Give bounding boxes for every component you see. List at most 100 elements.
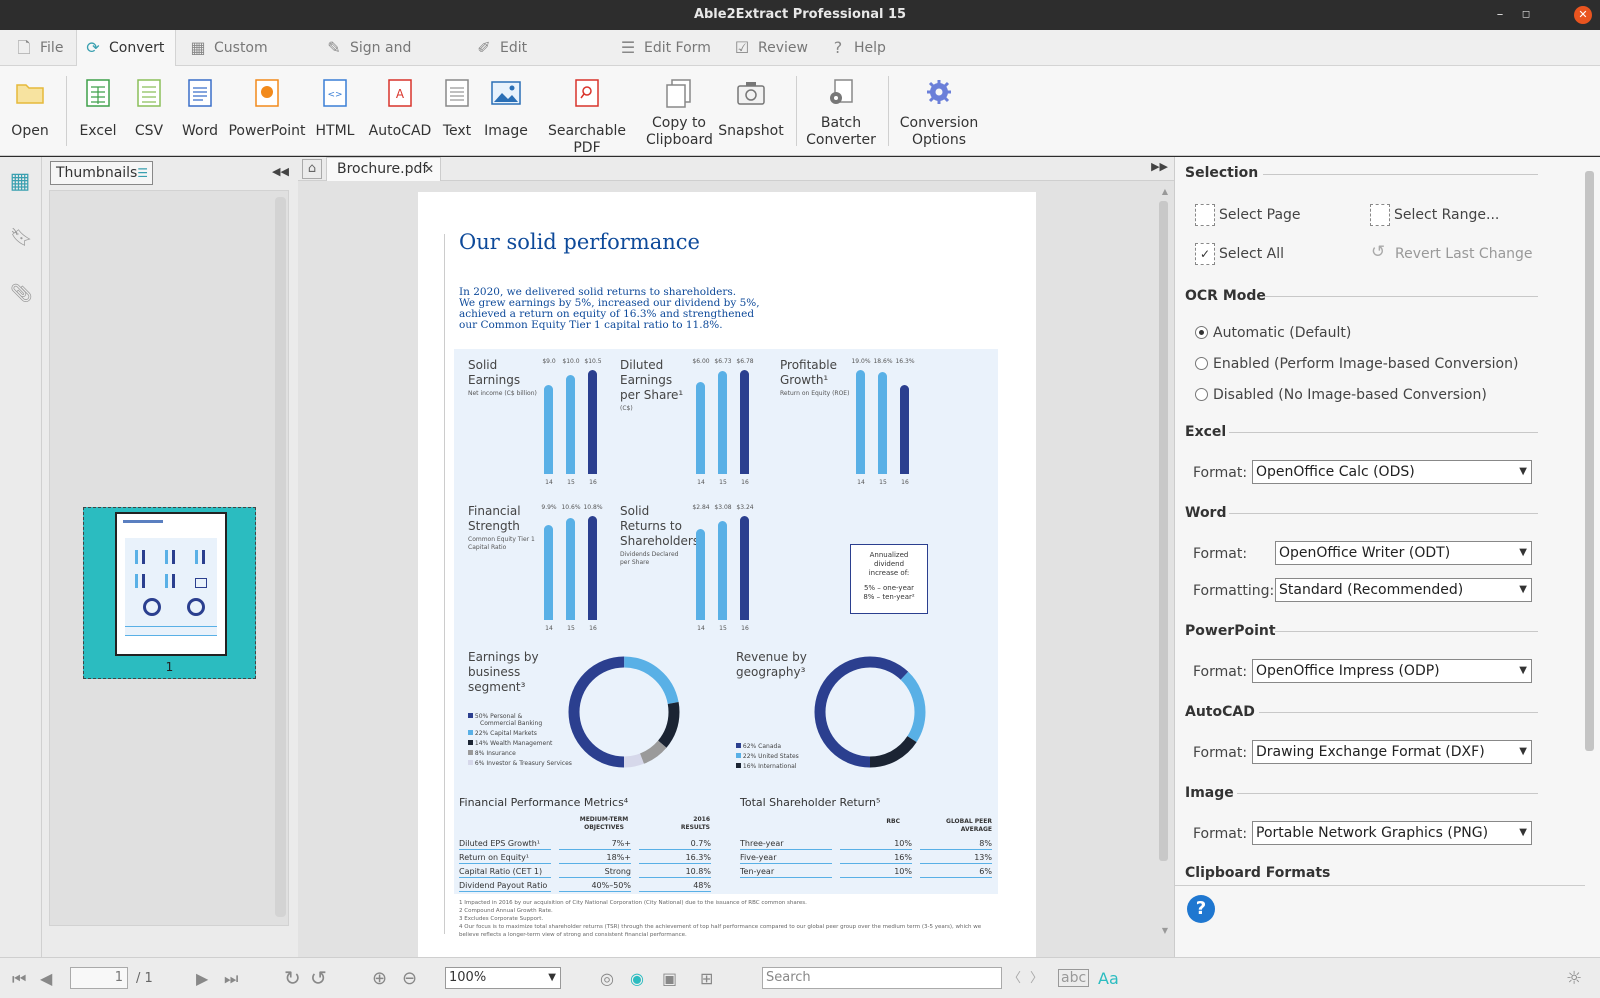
- zoom-dropdown[interactable]: 100% ▼: [445, 967, 561, 989]
- preview-icon[interactable]: ◉: [630, 958, 644, 998]
- tab-edit-form[interactable]: ☰ Edit Form: [612, 30, 717, 66]
- snapshot-button[interactable]: Snapshot: [718, 66, 784, 156]
- chevron-down-icon: ▼: [1519, 547, 1527, 558]
- chart-bar: [696, 381, 705, 474]
- convert-csv-button[interactable]: CSV: [128, 66, 170, 156]
- zoom-in-icon[interactable]: ⊕: [372, 958, 387, 998]
- form-icon: ☰: [620, 38, 636, 57]
- chart-subtitle: Common Equity Tier 1 Capital Ratio: [468, 536, 535, 551]
- convert-excel-button[interactable]: Excel: [76, 66, 120, 156]
- rotate-clockwise-icon[interactable]: ↻: [284, 958, 301, 998]
- thumb-bars: [165, 574, 175, 588]
- scroll-down-icon[interactable]: ▼: [1162, 926, 1168, 935]
- close-tab-icon[interactable]: ✕: [424, 158, 434, 180]
- last-page-icon[interactable]: ⏭: [224, 958, 238, 998]
- image-format-dropdown[interactable]: Portable Network Graphics (PNG) ▼: [1252, 821, 1532, 845]
- panel-scrollbar[interactable]: [1585, 171, 1594, 751]
- ocr-auto-radio[interactable]: [1195, 326, 1208, 339]
- page-number-input[interactable]: 1: [70, 967, 128, 989]
- expand-panel-icon[interactable]: ▶▶: [1151, 160, 1168, 173]
- maximize-button[interactable]: ◻: [1516, 0, 1536, 30]
- gear-icon: [927, 80, 951, 104]
- search-prev-icon[interactable]: 〈: [1008, 958, 1021, 998]
- thumbnails-icon[interactable]: ▦: [6, 169, 34, 195]
- convert-html-button[interactable]: <> HTML: [312, 66, 358, 156]
- search-next-icon[interactable]: 〉: [1030, 958, 1043, 998]
- legend-label: 22% Capital Markets: [474, 730, 537, 737]
- tab-file[interactable]: 🗋 File: [8, 30, 76, 66]
- next-page-icon[interactable]: ▶: [196, 958, 208, 998]
- donut1-title-line: business: [468, 665, 521, 679]
- bookmark-icon[interactable]: 🔖︎: [10, 227, 33, 253]
- copy-to-clipboard-button[interactable]: Copy to Clipboard: [646, 66, 713, 156]
- fit-icon[interactable]: ⊞: [700, 958, 713, 998]
- tab-help[interactable]: ? Help: [822, 30, 902, 66]
- document-tab[interactable]: Brochure.pdf ✕: [326, 157, 441, 181]
- scroll-up-icon[interactable]: ▲: [1162, 187, 1168, 196]
- convert-icon: ⟳: [86, 38, 100, 57]
- thumbnails-selector[interactable]: Thumbnails ☰: [50, 161, 153, 185]
- chart-title: Financial Strength: [468, 504, 521, 534]
- tab-custom-excel[interactable]: ▦Custom Excel: [182, 30, 307, 92]
- page-thumbnail[interactable]: 1: [83, 507, 256, 679]
- match-case-toggle[interactable]: Aa: [1098, 958, 1119, 998]
- chart-bar: [588, 516, 597, 620]
- zoom-out-icon[interactable]: ⊖: [402, 958, 417, 998]
- table-cell: Five-year: [740, 852, 832, 864]
- convert-powerpoint-button[interactable]: PowerPoint: [228, 66, 306, 156]
- open-button[interactable]: Open: [6, 66, 54, 156]
- select-all-button[interactable]: Select All: [1219, 246, 1284, 262]
- search-input[interactable]: Search: [762, 967, 1002, 989]
- tab-review[interactable]: ☑ Review: [726, 30, 816, 66]
- convert-searchable-pdf-button[interactable]: Searchable PDF: [536, 66, 638, 156]
- help-button[interactable]: ?: [1187, 895, 1215, 923]
- word-formatting-dropdown[interactable]: Standard (Recommended) ▼: [1275, 578, 1532, 602]
- autocad-format-dropdown[interactable]: Drawing Exchange Format (DXF) ▼: [1252, 740, 1532, 764]
- batch-converter-button[interactable]: Batch Converter: [804, 66, 878, 156]
- bar-year-label: 14: [545, 625, 553, 632]
- minimize-button[interactable]: –: [1490, 0, 1510, 30]
- legend-swatch: [468, 713, 473, 718]
- powerpoint-format-dropdown[interactable]: OpenOffice Impress (ODP) ▼: [1252, 659, 1532, 683]
- tab-sign-and-secure[interactable]: ✎Sign and Secure: [318, 30, 458, 92]
- home-icon[interactable]: ⌂: [302, 159, 322, 179]
- status-bar: ⏮ ◀ 1 / 1 ▶ ⏭ ↻ ↺ ⊕ ⊖ 100% ▼ ◎ ◉ ▣ ⊞ Sear…: [0, 957, 1600, 998]
- tab-edit-document[interactable]: ✐Edit Document: [468, 30, 603, 92]
- brightness-icon[interactable]: ☼: [1566, 958, 1582, 998]
- revert-last-change-button[interactable]: Revert Last Change: [1395, 246, 1533, 262]
- ocr-auto-label: Automatic (Default): [1213, 325, 1352, 341]
- thumbnail-preview: [115, 512, 227, 656]
- conversion-options-button[interactable]: Conversion Options: [896, 66, 982, 156]
- thumbnails-scrollbar[interactable]: [275, 197, 286, 917]
- chart-title-line: Earnings: [468, 373, 521, 387]
- match-word-toggle[interactable]: abc: [1058, 958, 1090, 998]
- snapshot-view-icon[interactable]: ▣: [662, 958, 677, 998]
- legend-label: 16% International: [742, 763, 797, 770]
- word-formatting-value: Standard (Recommended): [1279, 582, 1464, 598]
- ocr-enabled-radio[interactable]: [1195, 357, 1208, 370]
- table-cell: 16%: [840, 852, 912, 864]
- word-format-dropdown[interactable]: OpenOffice Writer (ODT) ▼: [1275, 541, 1532, 565]
- select-page-button[interactable]: Select Page: [1219, 207, 1301, 223]
- table-row: Diluted EPS Growth¹ 7%+ 0.7%: [459, 838, 711, 851]
- rotate-counterclockwise-icon[interactable]: ↺: [310, 958, 327, 998]
- excel-format-dropdown[interactable]: OpenOffice Calc (ODS) ▼: [1252, 460, 1532, 484]
- autocad-format-label: Format:: [1193, 745, 1248, 761]
- previous-page-icon[interactable]: ◀: [40, 958, 52, 998]
- attachment-icon[interactable]: 📎︎: [10, 283, 33, 309]
- collapse-panel-icon[interactable]: ◀◀: [272, 165, 289, 178]
- convert-autocad-button[interactable]: A AutoCAD: [368, 66, 432, 156]
- convert-image-button[interactable]: Image: [484, 66, 528, 156]
- view-icon[interactable]: ◎: [600, 958, 614, 998]
- first-page-icon[interactable]: ⏮: [12, 958, 26, 998]
- batch-gear-icon: [830, 79, 853, 104]
- document-scrollbar[interactable]: [1159, 201, 1168, 861]
- bar-year-label: 16: [589, 625, 597, 632]
- bar-year-label: 15: [719, 479, 727, 486]
- ocr-disabled-radio[interactable]: [1195, 388, 1208, 401]
- select-range-button[interactable]: Select Range...: [1394, 207, 1499, 223]
- close-button[interactable]: ✕: [1574, 6, 1592, 24]
- tab-convert[interactable]: ⟳ Convert: [76, 30, 176, 66]
- convert-text-button[interactable]: Text: [438, 66, 476, 156]
- convert-word-button[interactable]: Word: [178, 66, 222, 156]
